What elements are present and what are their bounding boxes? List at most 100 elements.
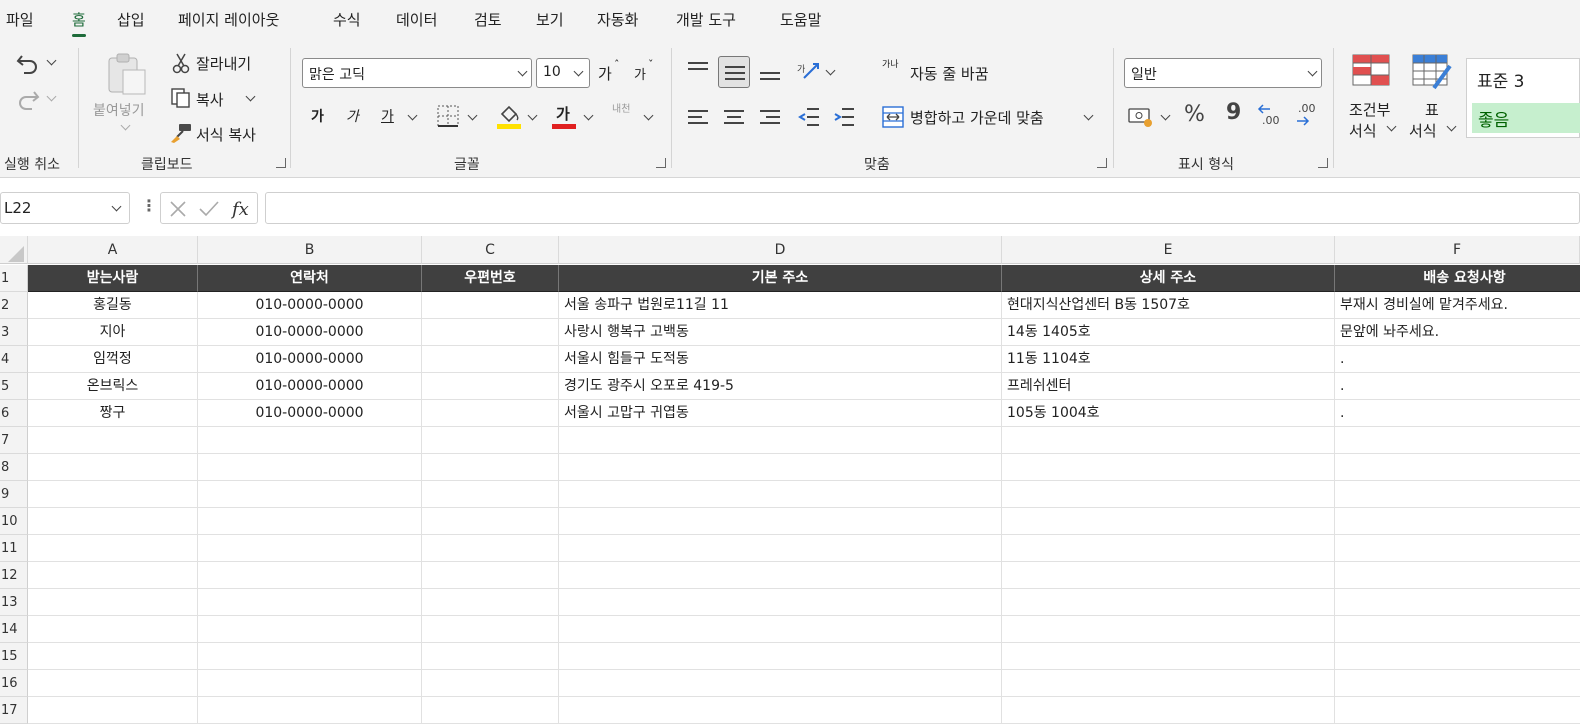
column-header-e[interactable]: E bbox=[1002, 236, 1335, 264]
paste-label[interactable]: 붙여넣기 bbox=[93, 100, 145, 120]
row-header-15[interactable]: 15 bbox=[0, 643, 28, 670]
cell-d6[interactable]: 서울시 고맙구 귀엽동 bbox=[559, 400, 1002, 427]
accounting-dropdown-chevron-icon[interactable] bbox=[1160, 110, 1171, 121]
cell-a17[interactable] bbox=[28, 697, 198, 724]
column-header-a[interactable]: A bbox=[28, 236, 198, 264]
number-format-select[interactable]: 일반 bbox=[1124, 58, 1322, 88]
cell-e10[interactable] bbox=[1002, 508, 1335, 535]
italic-button[interactable]: 가 bbox=[346, 106, 359, 126]
cell-a3[interactable]: 지아 bbox=[28, 319, 198, 346]
enter-check-icon[interactable] bbox=[198, 200, 220, 218]
header-cell-c[interactable]: 우편번호 bbox=[422, 265, 559, 292]
cell-f6[interactable]: . bbox=[1335, 400, 1580, 427]
cell-d10[interactable] bbox=[559, 508, 1002, 535]
wrap-text-button[interactable]: 자동 줄 바꿈 bbox=[910, 63, 989, 84]
cell-d12[interactable] bbox=[559, 562, 1002, 589]
cell-f13[interactable] bbox=[1335, 589, 1580, 616]
cell-f16[interactable] bbox=[1335, 670, 1580, 697]
font-launcher-icon[interactable] bbox=[656, 158, 666, 168]
column-header-f[interactable]: F bbox=[1335, 236, 1580, 264]
row-header-9[interactable]: 9 bbox=[0, 481, 28, 508]
cell-a4[interactable]: 임꺽정 bbox=[28, 346, 198, 373]
cell-c6[interactable] bbox=[422, 400, 559, 427]
cell-d13[interactable] bbox=[559, 589, 1002, 616]
cell-d5[interactable]: 경기도 광주시 오포로 419-5 bbox=[559, 373, 1002, 400]
cell-b13[interactable] bbox=[198, 589, 422, 616]
paste-icon[interactable] bbox=[105, 52, 147, 96]
cell-b15[interactable] bbox=[198, 643, 422, 670]
cell-f7[interactable] bbox=[1335, 427, 1580, 454]
copy-button[interactable]: 복사 bbox=[196, 89, 224, 110]
cell-f3[interactable]: 문앞에 놔주세요. bbox=[1335, 319, 1580, 346]
cell-d17[interactable] bbox=[559, 697, 1002, 724]
cell-e5[interactable]: 프레쉬센터 bbox=[1002, 373, 1335, 400]
comma-style-button[interactable]: 9 bbox=[1226, 100, 1241, 125]
paste-dropdown-chevron-icon[interactable] bbox=[120, 120, 131, 131]
align-top-icon[interactable] bbox=[688, 62, 708, 74]
decrease-decimal-button[interactable]: .00 bbox=[1298, 102, 1316, 115]
cell-e4[interactable]: 11동 1104호 bbox=[1002, 346, 1335, 373]
cell-f11[interactable] bbox=[1335, 535, 1580, 562]
cell-e16[interactable] bbox=[1002, 670, 1335, 697]
cell-a15[interactable] bbox=[28, 643, 198, 670]
format-as-table-label[interactable]: 표 bbox=[1425, 99, 1439, 120]
cell-c11[interactable] bbox=[422, 535, 559, 562]
cell-b6[interactable]: 010-0000-0000 bbox=[198, 400, 422, 427]
cell-f8[interactable] bbox=[1335, 454, 1580, 481]
cell-c5[interactable] bbox=[422, 373, 559, 400]
row-header-10[interactable]: 10 bbox=[0, 508, 28, 535]
cell-style-normal3[interactable]: 표준 3 bbox=[1477, 67, 1525, 92]
phonetic-guide-button[interactable]: 내천 bbox=[612, 105, 634, 115]
format-painter-button[interactable]: 서식 복사 bbox=[196, 124, 256, 145]
cell-f12[interactable] bbox=[1335, 562, 1580, 589]
cell-a13[interactable] bbox=[28, 589, 198, 616]
cell-e3[interactable]: 14동 1405호 bbox=[1002, 319, 1335, 346]
percent-style-button[interactable]: % bbox=[1184, 102, 1205, 127]
borders-dropdown-chevron-icon[interactable] bbox=[467, 110, 478, 121]
cell-style-good-swatch[interactable]: 좋음 bbox=[1472, 103, 1580, 133]
tab-review[interactable]: 검토 bbox=[474, 9, 502, 30]
more-options-icon[interactable]: ⋮ bbox=[141, 196, 157, 215]
shrink-font-button[interactable]: 가 bbox=[634, 64, 646, 83]
cell-f5[interactable]: . bbox=[1335, 373, 1580, 400]
cell-b12[interactable] bbox=[198, 562, 422, 589]
tab-formulas[interactable]: 수식 bbox=[333, 9, 361, 30]
column-header-c[interactable]: C bbox=[422, 236, 559, 264]
cell-f15[interactable] bbox=[1335, 643, 1580, 670]
row-header-5[interactable]: 5 bbox=[0, 373, 28, 400]
fill-color-dropdown-chevron-icon[interactable] bbox=[527, 110, 538, 121]
cell-e13[interactable] bbox=[1002, 589, 1335, 616]
cell-d11[interactable] bbox=[559, 535, 1002, 562]
select-all-corner[interactable] bbox=[0, 236, 28, 264]
conditional-formatting-chevron-icon[interactable] bbox=[1386, 121, 1397, 132]
column-header-b[interactable]: B bbox=[198, 236, 422, 264]
row-header-14[interactable]: 14 bbox=[0, 616, 28, 643]
cell-a9[interactable] bbox=[28, 481, 198, 508]
cell-e14[interactable] bbox=[1002, 616, 1335, 643]
alignment-launcher-icon[interactable] bbox=[1097, 158, 1107, 168]
cell-b7[interactable] bbox=[198, 427, 422, 454]
row-header-2[interactable]: 2 bbox=[0, 292, 28, 319]
row-header-17[interactable]: 17 bbox=[0, 697, 28, 724]
underline-dropdown-chevron-icon[interactable] bbox=[407, 110, 418, 121]
font-color-dropdown-chevron-icon[interactable] bbox=[583, 110, 594, 121]
tab-automate[interactable]: 자동화 bbox=[597, 9, 638, 30]
cell-b10[interactable] bbox=[198, 508, 422, 535]
cell-c4[interactable] bbox=[422, 346, 559, 373]
cell-f10[interactable] bbox=[1335, 508, 1580, 535]
cell-c16[interactable] bbox=[422, 670, 559, 697]
row-header-8[interactable]: 8 bbox=[0, 454, 28, 481]
cell-b4[interactable]: 010-0000-0000 bbox=[198, 346, 422, 373]
tab-help[interactable]: 도움말 bbox=[780, 9, 821, 30]
align-bottom-icon[interactable] bbox=[760, 72, 780, 84]
cell-b8[interactable] bbox=[198, 454, 422, 481]
cell-c14[interactable] bbox=[422, 616, 559, 643]
cell-b3[interactable]: 010-0000-0000 bbox=[198, 319, 422, 346]
formula-input[interactable] bbox=[265, 192, 1580, 224]
cell-a14[interactable] bbox=[28, 616, 198, 643]
cell-e17[interactable] bbox=[1002, 697, 1335, 724]
row-header-11[interactable]: 11 bbox=[0, 535, 28, 562]
cell-a7[interactable] bbox=[28, 427, 198, 454]
row-header-13[interactable]: 13 bbox=[0, 589, 28, 616]
tab-developer[interactable]: 개발 도구 bbox=[676, 9, 736, 30]
